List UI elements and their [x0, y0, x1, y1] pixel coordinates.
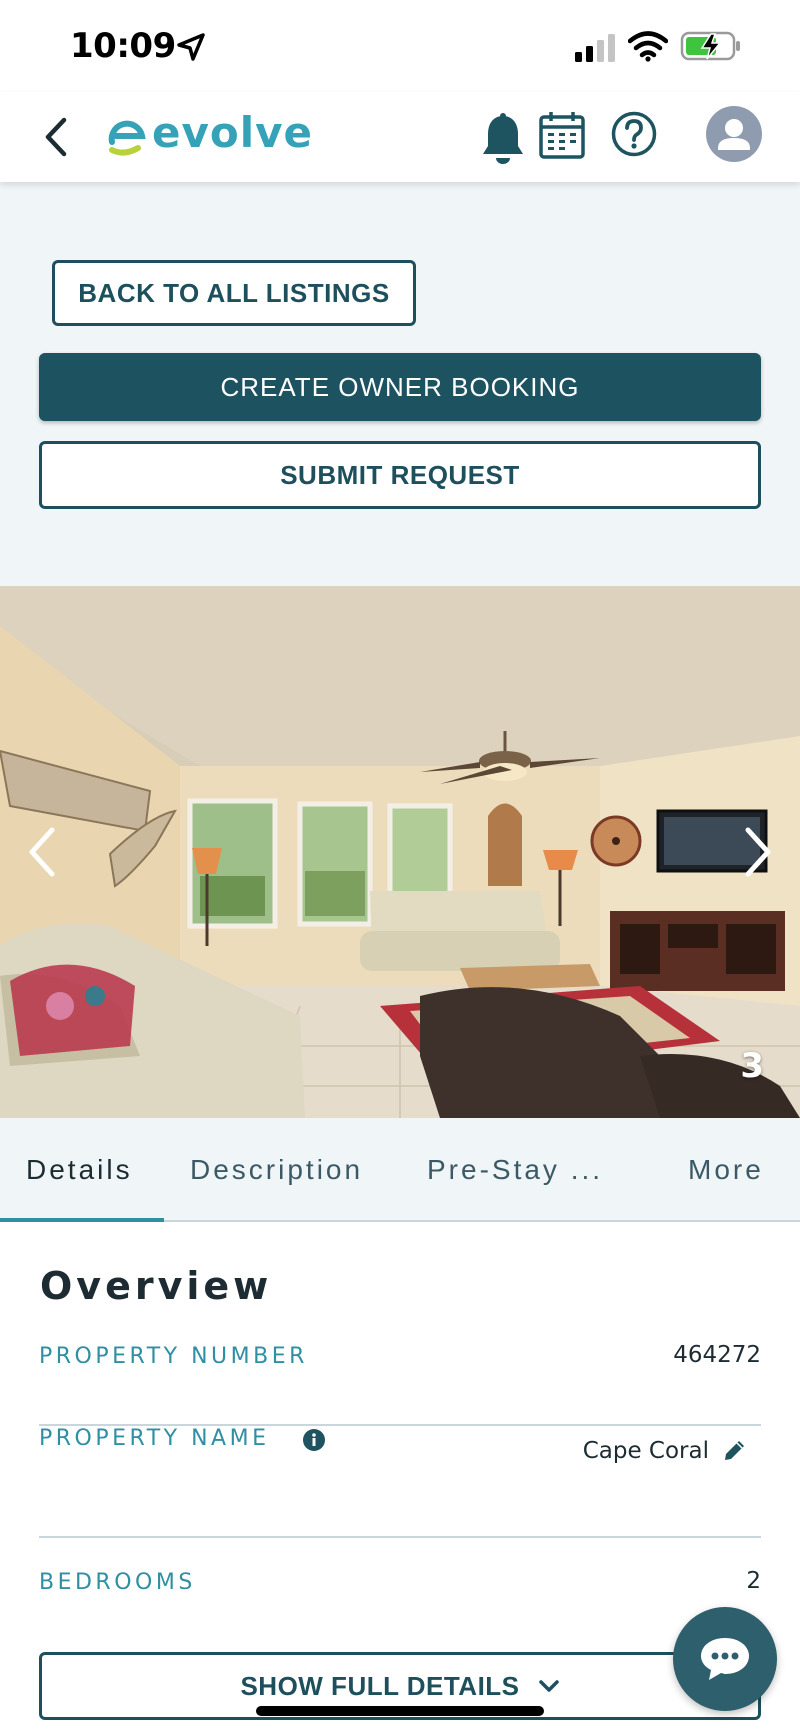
avatar[interactable] — [706, 106, 762, 162]
battery-charging-icon — [680, 31, 740, 61]
property-number-label: PROPERTY NUMBER — [39, 1344, 308, 1369]
app-header: evolve — [0, 92, 800, 182]
status-time: 10:09 — [70, 26, 176, 66]
home-indicator — [256, 1706, 544, 1716]
overview-title: Overview — [40, 1264, 273, 1308]
listing-actions: BACK TO ALL LISTINGS CREATE OWNER BOOKIN… — [0, 182, 800, 586]
location-arrow-icon — [177, 33, 205, 61]
user-icon — [718, 119, 750, 150]
property-name-value: Cape Coral — [582, 1438, 709, 1464]
bedrooms-label: BEDROOMS — [39, 1570, 196, 1595]
tab-pre-stay[interactable]: Pre-Stay ... — [427, 1154, 603, 1186]
bell-icon[interactable] — [480, 112, 526, 166]
previous-photo-chevron-icon[interactable] — [24, 824, 60, 880]
property-name-label: PROPERTY NAME — [39, 1426, 270, 1451]
photo-number: 3 — [740, 1046, 764, 1086]
chevron-down-icon — [538, 1680, 559, 1692]
create-owner-booking-button[interactable]: CREATE OWNER BOOKING — [39, 353, 761, 421]
submit-request-button[interactable]: SUBMIT REQUEST — [39, 441, 761, 509]
show-full-details-label: SHOW FULL DETAILS — [240, 1670, 520, 1701]
chat-button[interactable] — [673, 1607, 777, 1711]
back-to-all-listings-button[interactable]: BACK TO ALL LISTINGS — [52, 260, 416, 326]
help-icon[interactable] — [610, 110, 658, 158]
back-chevron-icon[interactable] — [38, 114, 74, 160]
evolve-logo-text: evolve — [152, 108, 313, 157]
calendar-icon[interactable] — [538, 110, 586, 160]
bedrooms-value: 2 — [746, 1568, 761, 1594]
next-photo-chevron-icon[interactable] — [740, 824, 776, 880]
tab-more[interactable]: More — [688, 1154, 764, 1186]
wifi-icon — [628, 31, 668, 62]
overview-row-property-name: PROPERTY NAME Cape Coral — [39, 1426, 761, 1538]
evolve-logo-icon — [108, 120, 146, 156]
photo-carousel[interactable]: 3 — [0, 586, 800, 1118]
tab-details[interactable]: Details — [26, 1154, 133, 1186]
cellular-signal-icon — [575, 34, 615, 62]
info-icon[interactable] — [302, 1428, 326, 1452]
overview-row-property-number: PROPERTY NUMBER 464272 — [39, 1330, 761, 1426]
property-number-value: 464272 — [673, 1342, 761, 1368]
overview-row-bedrooms: BEDROOMS 2 — [39, 1538, 761, 1634]
tab-description[interactable]: Description — [190, 1154, 363, 1186]
living-room-photo — [0, 586, 800, 1118]
chat-bubble-icon — [701, 1638, 749, 1680]
listing-tabs: Details Description Pre-Stay ... More — [0, 1118, 800, 1222]
status-bar: 10:09 — [0, 0, 800, 92]
edit-pencil-icon[interactable] — [721, 1438, 747, 1464]
